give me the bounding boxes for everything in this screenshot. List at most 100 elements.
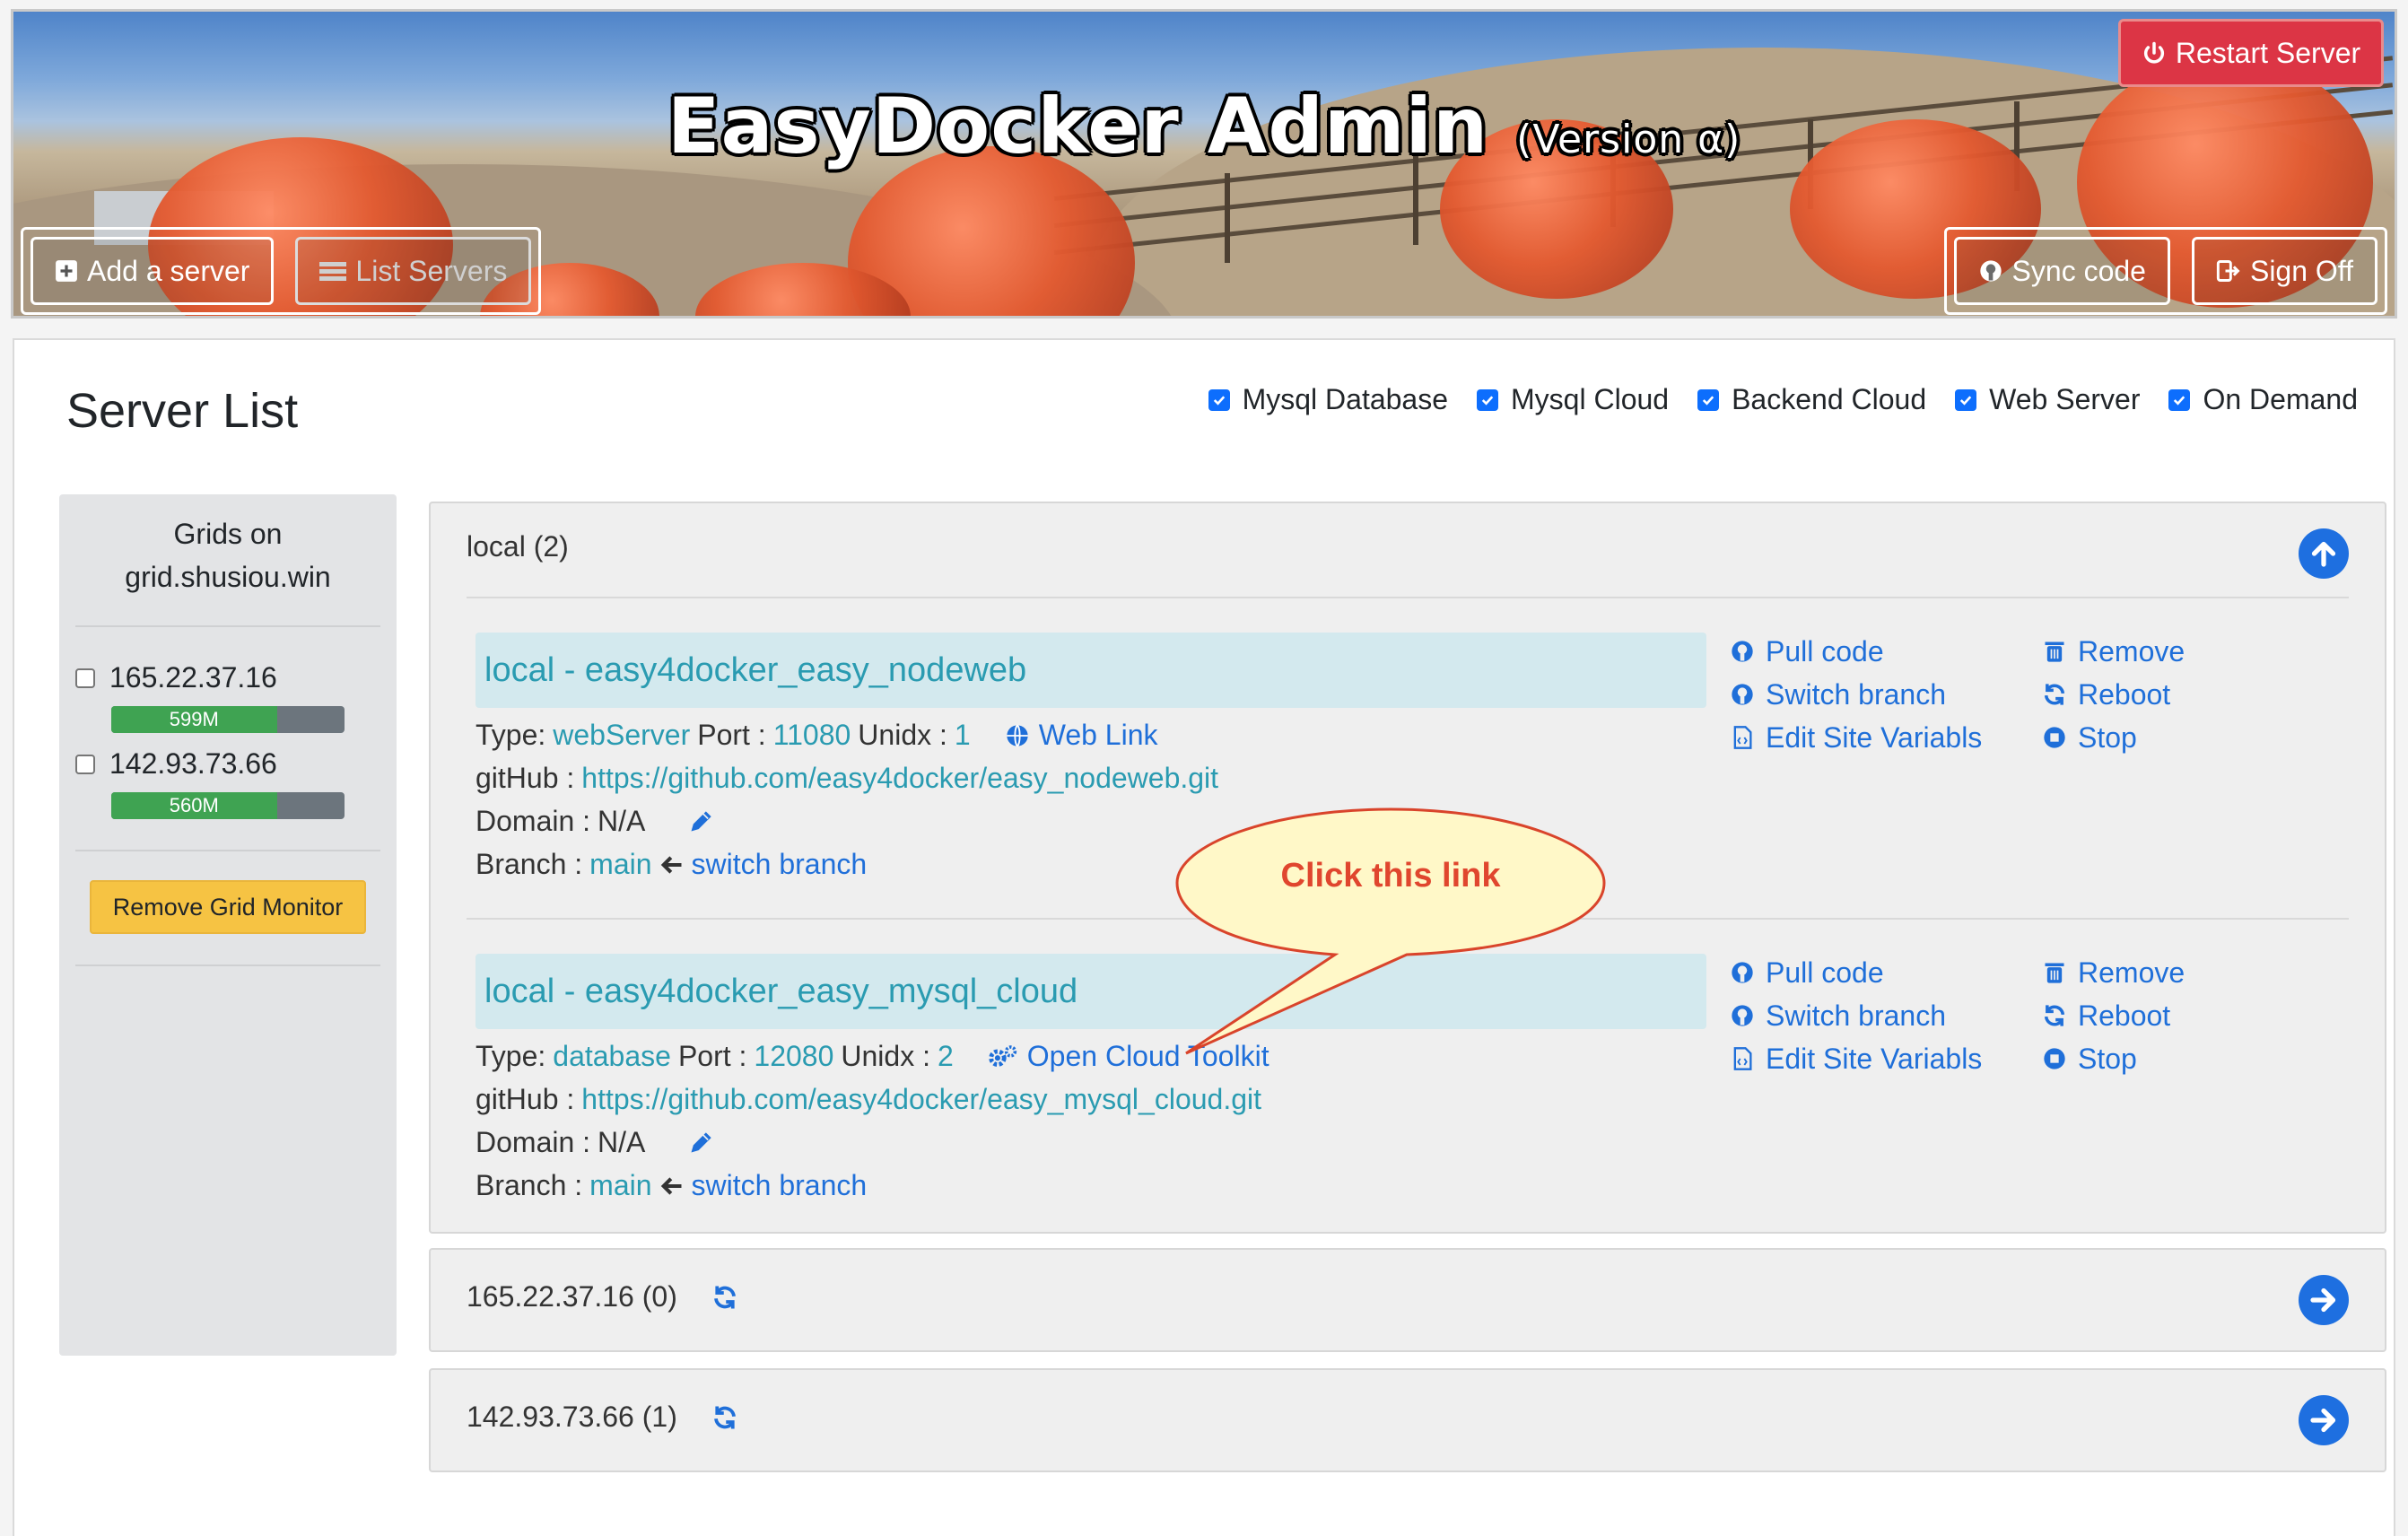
app-title-text: EasyDocker Admin xyxy=(667,82,1489,171)
github-link[interactable]: https://github.com/easy4docker/easy_node… xyxy=(581,762,1218,795)
remove-action[interactable]: Remove xyxy=(2042,633,2275,670)
filter-mysql-database[interactable]: Mysql Database xyxy=(1208,383,1448,416)
grid-title-line1: Grids on xyxy=(173,518,283,550)
divider xyxy=(75,850,380,851)
list-servers-button[interactable]: List Servers xyxy=(295,237,532,305)
pull-code-action[interactable]: Pull code xyxy=(1730,954,2042,991)
grid-ip: 142.93.73.66 xyxy=(109,747,277,780)
pull-code-label: Pull code xyxy=(1766,956,1884,989)
github-line: gitHub : https://github.com/easy4docker/… xyxy=(475,762,1218,795)
filter-label: Mysql Cloud xyxy=(1511,383,1670,415)
filter-label: Backend Cloud xyxy=(1732,383,1927,415)
remove-action[interactable]: Remove xyxy=(2042,954,2275,991)
sync-code-button[interactable]: Sync code xyxy=(1953,237,2170,305)
arrow-left-icon xyxy=(660,855,682,874)
pencil-icon[interactable] xyxy=(688,1130,713,1156)
divider xyxy=(75,625,380,627)
pull-code-action[interactable]: Pull code xyxy=(1730,633,2042,670)
type-value: database xyxy=(553,1040,671,1072)
edit-site-variables-action[interactable]: Edit Site Variabls xyxy=(1730,1040,2042,1078)
expand-button[interactable] xyxy=(2299,1395,2349,1445)
restart-server-button[interactable]: Restart Server xyxy=(2118,19,2384,87)
arrow-right-icon xyxy=(2310,1408,2336,1433)
group-title: 165.22.37.16 (0) xyxy=(467,1280,738,1313)
switch-branch-label: Switch branch xyxy=(1766,677,1946,711)
stop-label: Stop xyxy=(2078,720,2137,754)
page-title: Server List xyxy=(66,384,299,438)
stop-action[interactable]: Stop xyxy=(2042,1040,2275,1078)
domain-line: Domain : N/A xyxy=(475,1126,713,1159)
domain-label: Domain : xyxy=(475,805,591,837)
server-actions: Pull code Remove Switch branch Reboot Ed… xyxy=(1730,954,2275,1078)
port-label: Port : xyxy=(677,1040,747,1072)
reboot-action[interactable]: Reboot xyxy=(2042,997,2275,1034)
unidx-value: 2 xyxy=(937,1040,954,1072)
filter-web-server[interactable]: Web Server xyxy=(1955,383,2140,416)
grid-ip: 165.22.37.16 xyxy=(109,661,277,694)
switch-branch-link[interactable]: switch branch xyxy=(692,1169,868,1202)
grid-sidebar: Grids on grid.shusiou.win 165.22.37.16 5… xyxy=(59,494,397,1356)
memory-bar: 599M xyxy=(111,706,345,733)
checkbox-checked[interactable] xyxy=(1955,388,1977,411)
pencil-icon[interactable] xyxy=(688,809,713,834)
checkbox-checked[interactable] xyxy=(1208,388,1230,411)
server-actions: Pull code Remove Switch branch Reboot Ed… xyxy=(1730,633,2275,756)
type-value: webServer xyxy=(553,719,691,751)
remove-grid-monitor-button[interactable]: Remove Grid Monitor xyxy=(90,880,366,934)
memory-label: 560M xyxy=(169,794,219,816)
switch-branch-action[interactable]: Switch branch xyxy=(1730,997,2042,1034)
reboot-label: Reboot xyxy=(2078,677,2171,711)
sign-out-icon xyxy=(2216,260,2240,282)
group-title-text: 165.22.37.16 (0) xyxy=(467,1280,677,1313)
refresh-icon[interactable] xyxy=(711,1404,738,1431)
refresh-icon xyxy=(2044,684,2065,705)
filter-backend-cloud[interactable]: Backend Cloud xyxy=(1697,383,1926,416)
stop-action[interactable]: Stop xyxy=(2042,719,2275,756)
refresh-icon[interactable] xyxy=(711,1284,738,1311)
checkbox-checked[interactable] xyxy=(2168,388,2191,411)
grid-item[interactable]: 142.93.73.66 xyxy=(75,747,277,781)
arrow-up-icon xyxy=(2311,541,2336,567)
trash-icon xyxy=(2045,641,2064,662)
stop-circle-icon xyxy=(2044,727,2065,748)
sign-off-button[interactable]: Sign Off xyxy=(2191,237,2377,305)
switch-branch-link[interactable]: switch branch xyxy=(692,848,868,881)
github-label: gitHub : xyxy=(475,1083,575,1115)
port-value: 12080 xyxy=(754,1040,834,1072)
unidx-label: Unidx : xyxy=(858,719,947,751)
unidx-label: Unidx : xyxy=(841,1040,930,1072)
sync-code-label: Sync code xyxy=(2011,254,2146,287)
divider xyxy=(75,964,380,966)
github-link[interactable]: https://github.com/easy4docker/easy_mysq… xyxy=(581,1083,1261,1116)
checkbox-checked[interactable] xyxy=(1477,388,1499,411)
switch-branch-label: Switch branch xyxy=(1766,999,1946,1032)
server-type-line: Type: database Port : 12080 Unidx : 2 Op… xyxy=(475,1040,1269,1073)
plus-square-icon xyxy=(56,260,77,282)
globe-icon xyxy=(1007,724,1028,746)
web-link[interactable]: Web Link xyxy=(1005,719,1158,752)
domain-value: N/A xyxy=(598,805,646,837)
grid-checkbox[interactable] xyxy=(75,754,95,774)
branch-label: Branch : xyxy=(475,1169,583,1201)
filter-mysql-cloud[interactable]: Mysql Cloud xyxy=(1477,383,1669,416)
grid-item[interactable]: 165.22.37.16 xyxy=(75,661,277,694)
memory-fill: 560M xyxy=(111,792,277,819)
reboot-action[interactable]: Reboot xyxy=(2042,676,2275,713)
filter-on-demand[interactable]: On Demand xyxy=(2168,383,2358,416)
checkbox-checked[interactable] xyxy=(1697,388,1720,411)
speech-bubble-callout xyxy=(1175,807,1606,1055)
app-version: (Version α) xyxy=(1516,117,1741,162)
fence-post xyxy=(1225,173,1230,263)
collapse-up-button[interactable] xyxy=(2299,528,2349,579)
github-label: gitHub : xyxy=(475,762,575,794)
switch-branch-action[interactable]: Switch branch xyxy=(1730,676,2042,713)
file-code-icon xyxy=(1733,1047,1752,1070)
group-title: 142.93.73.66 (1) xyxy=(467,1401,738,1434)
edit-site-variables-action[interactable]: Edit Site Variabls xyxy=(1730,719,2042,756)
group-title-text: local (2) xyxy=(467,530,569,563)
add-server-button[interactable]: Add a server xyxy=(31,237,275,305)
filter-label: On Demand xyxy=(2203,383,2358,415)
github-icon xyxy=(1979,260,2002,282)
grid-checkbox[interactable] xyxy=(75,668,95,688)
expand-button[interactable] xyxy=(2299,1275,2349,1325)
